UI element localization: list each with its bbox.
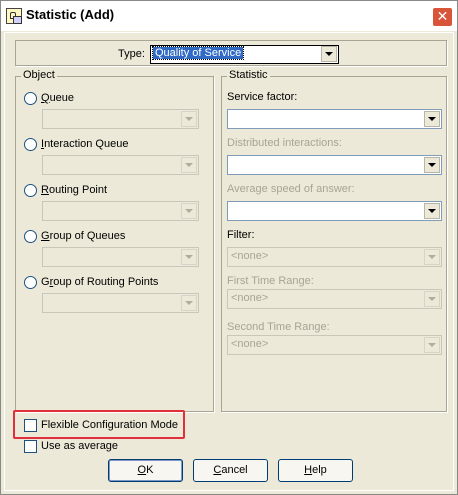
chevron-down-icon <box>428 255 436 259</box>
first-time-range-dropdown-button[interactable] <box>424 291 440 307</box>
statistic-add-dialog: Statistic (Add) ✕ Type: Quality of Servi… <box>0 0 458 495</box>
radio-queue-label[interactable]: Queue <box>41 92 74 104</box>
average-speed-label: Average speed of answer: <box>227 183 355 195</box>
radio-routing-point[interactable] <box>24 184 37 197</box>
chevron-down-icon <box>185 163 193 167</box>
first-time-range-value: <none> <box>231 292 269 304</box>
radio-group-of-routing-points[interactable] <box>24 276 37 289</box>
chevron-down-icon <box>428 343 436 347</box>
routing-point-dropdown-button[interactable] <box>181 203 197 219</box>
radio-queue[interactable] <box>24 92 37 105</box>
group-of-routing-points-select[interactable] <box>42 293 199 313</box>
distributed-interactions-dropdown-button[interactable] <box>424 157 440 173</box>
second-time-range-dropdown-button[interactable] <box>424 337 440 353</box>
group-of-queues-select[interactable] <box>42 247 199 267</box>
second-time-range-select[interactable]: <none> <box>227 335 442 355</box>
queue-select[interactable] <box>42 109 199 129</box>
type-dropdown-button[interactable] <box>321 46 337 62</box>
radio-interaction-queue-label[interactable]: Interaction Queue <box>41 138 128 150</box>
flexible-mode-checkbox[interactable] <box>24 419 37 432</box>
chevron-down-icon <box>428 117 436 121</box>
type-select[interactable]: Quality of Service <box>150 45 339 64</box>
routing-point-select[interactable] <box>42 201 199 221</box>
queue-dropdown-button[interactable] <box>181 111 197 127</box>
dialog-body: Type: Quality of Service Object Queue In… <box>4 32 454 491</box>
second-time-range-label: Second Time Range: <box>227 321 330 333</box>
close-icon: ✕ <box>436 8 449 24</box>
use-as-average-checkbox[interactable] <box>24 440 37 453</box>
close-button[interactable]: ✕ <box>432 7 453 27</box>
chevron-down-icon <box>428 163 436 167</box>
window-title: Statistic (Add) <box>26 7 115 22</box>
chevron-down-icon <box>428 297 436 301</box>
second-time-range-value: <none> <box>231 338 269 350</box>
group-of-routing-points-dropdown-button[interactable] <box>181 295 197 311</box>
service-factor-label: Service factor: <box>227 91 298 103</box>
distributed-interactions-label: Distributed interactions: <box>227 137 342 149</box>
chevron-down-icon <box>428 209 436 213</box>
title-bar[interactable]: Statistic (Add) ✕ <box>1 1 457 31</box>
chevron-down-icon <box>185 301 193 305</box>
chevron-down-icon <box>185 209 193 213</box>
distributed-interactions-select[interactable] <box>227 155 442 175</box>
radio-group-of-queues-label[interactable]: Group of Queues <box>41 230 125 242</box>
radio-routing-point-label[interactable]: Routing Point <box>41 184 107 196</box>
type-label: Type: <box>118 48 145 60</box>
average-speed-select[interactable] <box>227 201 442 221</box>
cancel-button[interactable]: Cancel <box>193 459 268 482</box>
filter-dropdown-button[interactable] <box>424 249 440 265</box>
first-time-range-label: First Time Range: <box>227 275 314 287</box>
use-as-average-label[interactable]: Use as average <box>41 440 118 452</box>
group-of-queues-dropdown-button[interactable] <box>181 249 197 265</box>
statistic-legend: Statistic <box>227 69 270 81</box>
average-speed-dropdown-button[interactable] <box>424 203 440 219</box>
chevron-down-icon <box>185 255 193 259</box>
first-time-range-select[interactable]: <none> <box>227 289 442 309</box>
chevron-down-icon <box>185 117 193 121</box>
filter-value: <none> <box>231 250 269 262</box>
ok-button[interactable]: OK <box>108 459 183 482</box>
help-button[interactable]: Help <box>278 459 353 482</box>
statistic-window-icon <box>6 8 22 24</box>
filter-label: Filter: <box>227 229 255 241</box>
service-factor-dropdown-button[interactable] <box>424 111 440 127</box>
chevron-down-icon <box>325 52 333 56</box>
interaction-queue-select[interactable] <box>42 155 199 175</box>
interaction-queue-dropdown-button[interactable] <box>181 157 197 173</box>
service-factor-select[interactable] <box>227 109 442 129</box>
filter-select[interactable]: <none> <box>227 247 442 267</box>
radio-interaction-queue[interactable] <box>24 138 37 151</box>
object-legend: Object <box>21 69 57 81</box>
type-select-value: Quality of Service <box>151 46 245 60</box>
radio-group-of-queues[interactable] <box>24 230 37 243</box>
flexible-mode-label[interactable]: Flexible Configuration Mode <box>41 419 178 431</box>
radio-group-of-routing-points-label[interactable]: Group of Routing Points <box>41 276 158 288</box>
